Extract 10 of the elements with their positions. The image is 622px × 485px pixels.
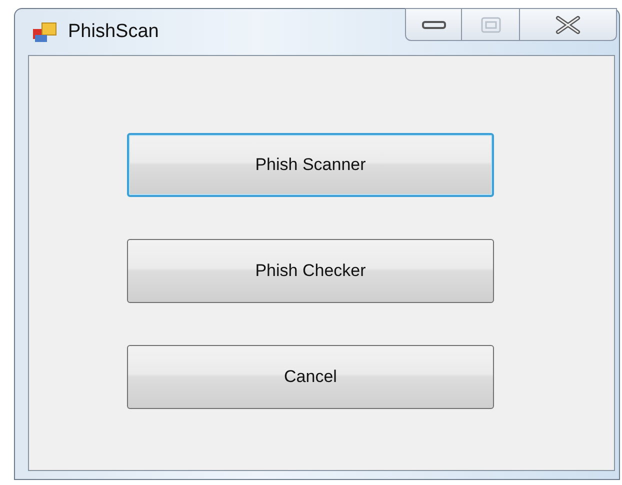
minimize-icon [422, 20, 446, 30]
minimize-button[interactable] [405, 8, 462, 41]
dialog-button[interactable]: Phish Checker [127, 239, 494, 303]
close-button[interactable] [520, 8, 617, 41]
window-title: PhishScan [68, 21, 159, 43]
close-icon [555, 16, 581, 34]
maximize-icon [480, 16, 500, 32]
dialog-button[interactable]: Phish Scanner [127, 133, 494, 197]
app-icon [32, 21, 58, 43]
dialog-button[interactable]: Cancel [127, 345, 494, 409]
